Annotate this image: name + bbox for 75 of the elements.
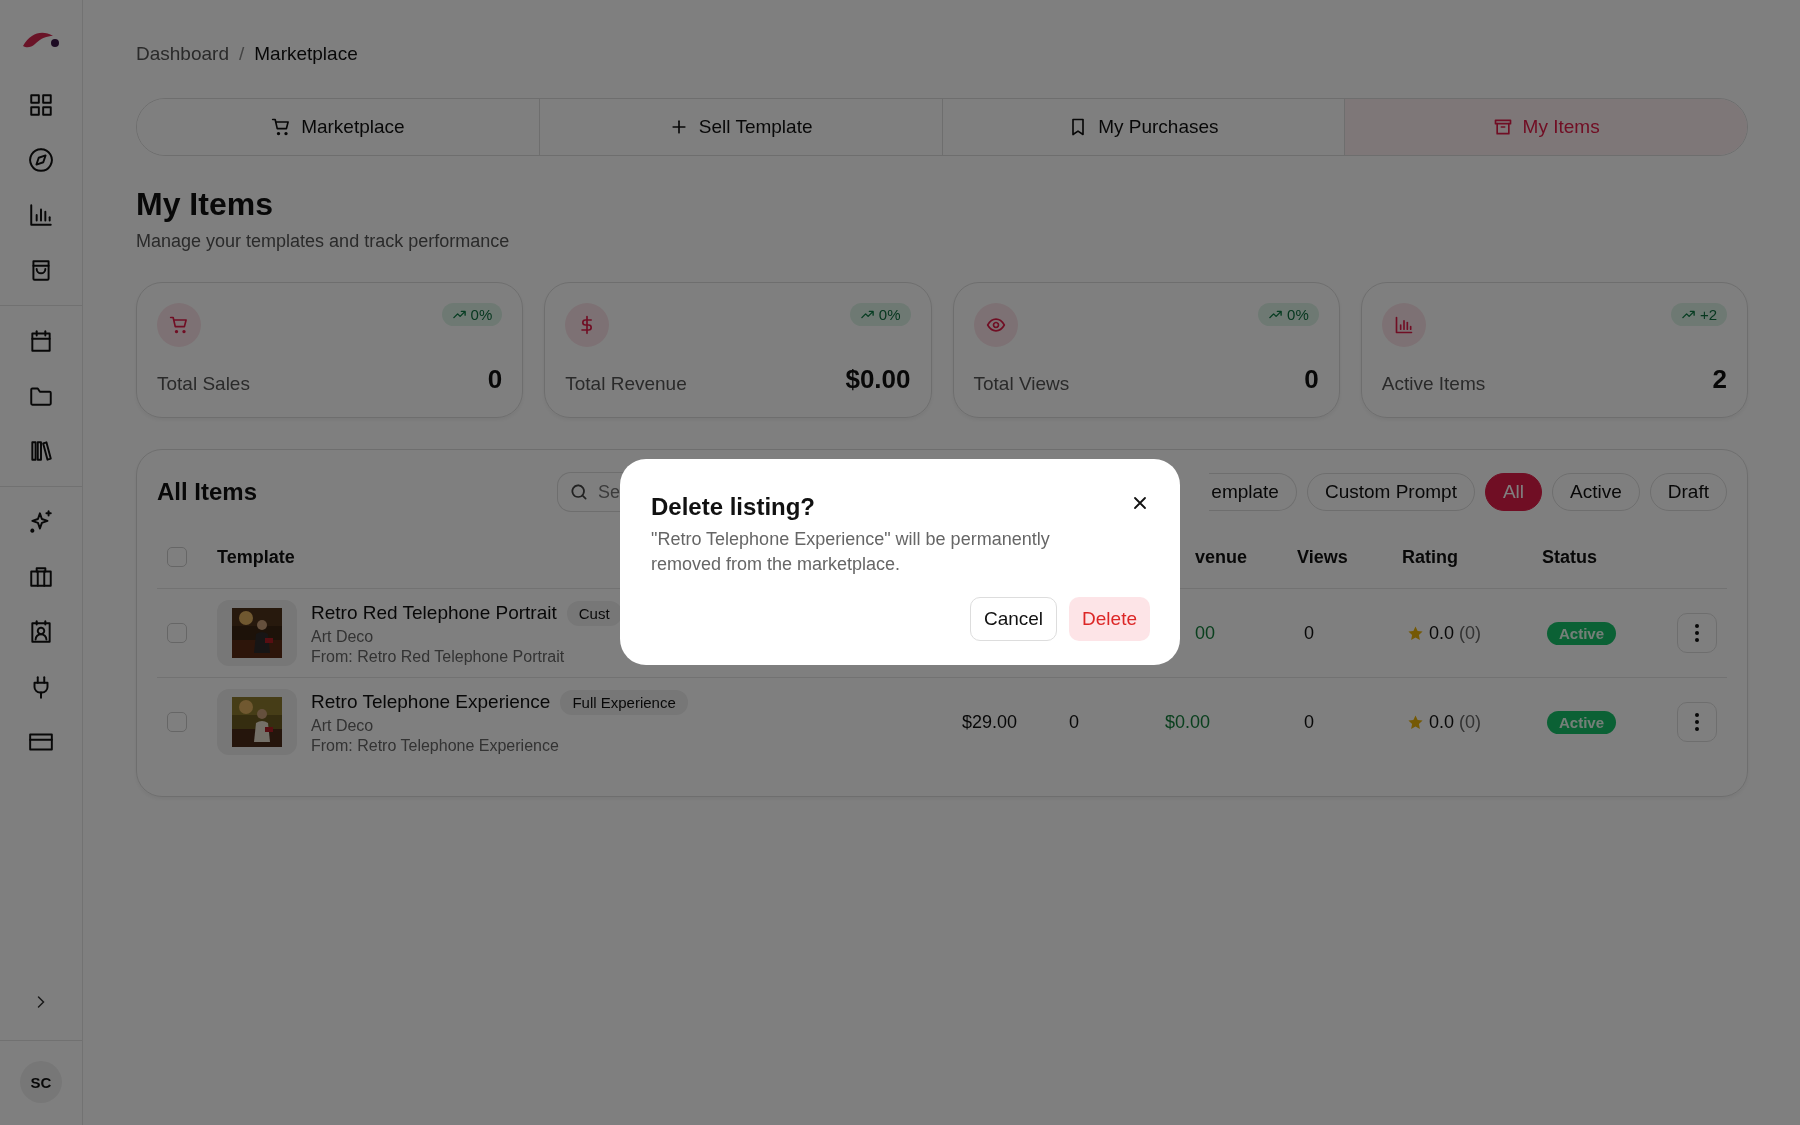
search-icon [569, 482, 589, 502]
trend-badge: 0% [1258, 303, 1319, 326]
trend-badge: +2 [1670, 303, 1727, 326]
stat-value: 2 [1712, 364, 1727, 395]
user-avatar[interactable]: SC [20, 1061, 62, 1103]
item-source: From: Retro Telephone Experience [311, 736, 560, 755]
column-header: Views [1297, 546, 1348, 568]
star-icon [1407, 624, 1424, 642]
more-button[interactable] [1677, 702, 1717, 742]
item-style: Art Deco [311, 627, 375, 646]
status-badge: Active [1547, 710, 1617, 734]
stat-value: $0.00 [845, 364, 911, 395]
panel-title: All Items [157, 478, 259, 506]
column-header: Status [1542, 546, 1597, 568]
trend-badge: 0% [441, 303, 503, 326]
revenue-cell-text: $0.00 [1164, 711, 1212, 733]
star-icon [1407, 713, 1424, 731]
item-name[interactable]: Retro Telephone Experience [311, 691, 551, 713]
column-header: venue [1194, 546, 1248, 568]
filter-chip[interactable]: Draft [1649, 473, 1727, 511]
checkbox[interactable] [167, 712, 187, 732]
item-style: Art Deco [311, 716, 375, 735]
archive-icon [1492, 117, 1513, 137]
filter-chip[interactable]: emplate [1209, 473, 1297, 511]
more-vertical-icon [1695, 624, 1699, 642]
review-count: (0) [1459, 711, 1482, 733]
more-vertical-icon [1695, 713, 1699, 731]
more-button[interactable] [1677, 613, 1717, 653]
stat-label: Active Items [1381, 373, 1486, 395]
contact-icon[interactable] [28, 619, 54, 645]
bar-chart-icon[interactable] [28, 202, 54, 228]
sparkles-icon[interactable] [28, 509, 54, 535]
rating-value: 0.0 [1429, 622, 1455, 644]
compass-icon[interactable] [28, 147, 54, 173]
views-cell-text: 0 [1303, 711, 1315, 733]
stat-value: 0 [487, 364, 503, 395]
dialog-message: "Retro Telephone Experience" will be permanently removed from the marketplace. [651, 528, 1051, 576]
delete-button[interactable]: Delete [1069, 597, 1150, 641]
stat-label: Total Views [973, 373, 1070, 395]
rating-value: 0.0 [1429, 711, 1455, 733]
status-badge: Active [1547, 621, 1617, 645]
calendar-icon[interactable] [28, 328, 54, 354]
cart-icon [271, 117, 292, 137]
stat-value: 0 [1304, 364, 1319, 395]
price-cell-text: $29.00 [960, 711, 1018, 733]
eye-icon [985, 315, 1006, 335]
column-header: Template [217, 546, 295, 568]
trend-badge: 0% [849, 303, 911, 326]
sales-cell-text: 0 [1068, 711, 1080, 733]
filter-chip[interactable]: Active [1552, 473, 1640, 511]
breadcrumb-link[interactable]: Dashboard [136, 43, 229, 65]
column-header: Rating [1402, 546, 1458, 568]
item-name[interactable]: Retro Red Telephone Portrait [311, 602, 557, 624]
checkbox[interactable] [167, 623, 187, 643]
revenue-cell-text: 00 [1194, 622, 1217, 644]
item-source: From: Retro Red Telephone Portrait [311, 647, 566, 666]
tab[interactable]: My Items [1344, 99, 1747, 155]
filter-chip[interactable]: Custom Prompt [1306, 473, 1475, 511]
filter-chip[interactable]: All [1484, 473, 1543, 511]
page-title: My Items [136, 186, 274, 223]
type-tag: Full Experience [560, 689, 688, 715]
views-cell-text: 0 [1303, 622, 1315, 644]
library-icon[interactable] [28, 438, 54, 464]
page-subtitle: Manage your templates and track performance [136, 231, 511, 252]
bar-chart-icon [1393, 315, 1414, 335]
breadcrumb-separator: / [238, 43, 245, 65]
type-tag: Cust [566, 600, 622, 626]
cart-icon [169, 315, 189, 335]
stat-label: Total Sales [157, 373, 250, 395]
cancel-button[interactable]: Cancel [969, 597, 1058, 641]
checkbox[interactable] [167, 547, 187, 567]
stat-label: Total Revenue [565, 373, 687, 395]
review-count: (0) [1459, 622, 1482, 644]
briefcase-icon[interactable] [28, 564, 54, 590]
grid-icon[interactable] [28, 92, 54, 118]
